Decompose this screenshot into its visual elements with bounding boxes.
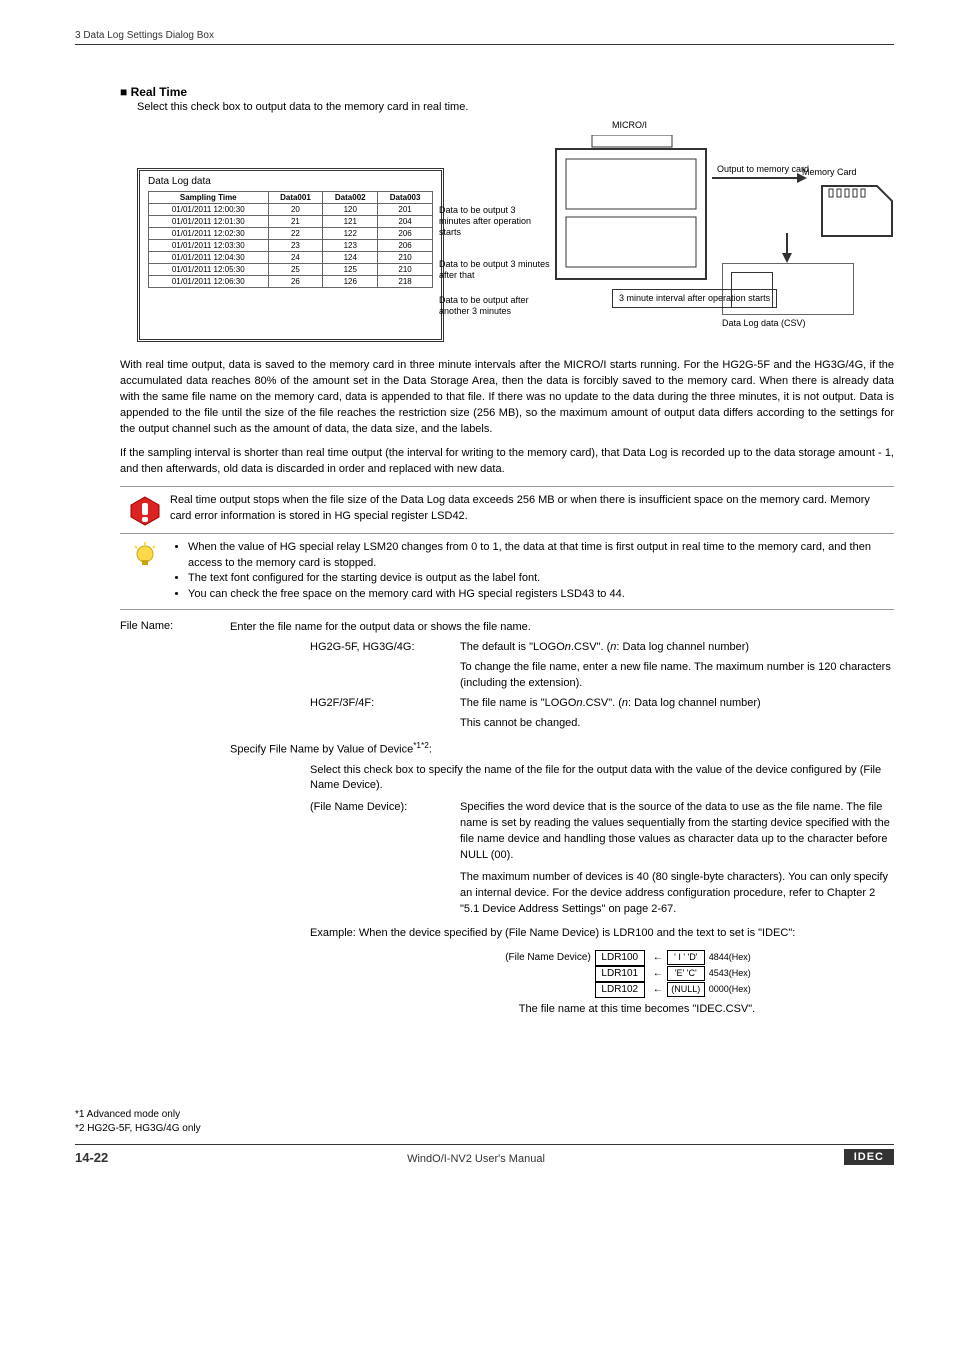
warning-icon [129, 495, 161, 527]
section-heading: ■ Real Time [120, 85, 894, 99]
csv-label: Data Log data (CSV) [722, 318, 806, 328]
tip-callout: When the value of HG special relay LSM20… [120, 534, 894, 611]
example-prefix: (File Name Device) [505, 950, 591, 966]
example-result: The file name at this time becomes "IDEC… [380, 1002, 894, 1018]
lightbulb-icon [131, 542, 159, 570]
diagram-note-2: Data to be output 3 minutes after that [439, 259, 554, 281]
down-arrow-icon [777, 233, 797, 263]
table-row: 01/01/2011 12:05:3025125210 [149, 264, 433, 276]
table-row: 01/01/2011 12:04:3024124210 [149, 252, 433, 264]
page-number: 14-22 [75, 1150, 108, 1165]
model-1-line2: To change the file name, enter a new fil… [460, 660, 894, 692]
table-row: 01/01/2011 12:02:3022122206 [149, 228, 433, 240]
table-row: 01/01/2011 12:01:3021121204 [149, 216, 433, 228]
register-row: LDR100←' I ' 'D'4844(Hex) [595, 950, 769, 966]
memory-card-icon [817, 181, 897, 241]
model-2-label: HG2F/3F/4F: [310, 696, 460, 712]
datalog-table: Sampling Time Data001 Data002 Data003 01… [148, 191, 433, 288]
example-intro: Example: When the device specified by (F… [310, 926, 894, 942]
breadcrumb: 3 Data Log Settings Dialog Box [75, 30, 894, 45]
paragraph-2: If the sampling interval is shorter than… [120, 446, 894, 478]
memory-card-label: Memory Card [802, 167, 857, 177]
diagram-note-1: Data to be output 3 minutes after operat… [439, 205, 549, 237]
manual-title: WindO/I-NV2 User's Manual [407, 1153, 545, 1165]
table-row: 01/01/2011 12:06:3026126218 [149, 276, 433, 288]
warning-callout: Real time output stops when the file siz… [120, 486, 894, 534]
file-name-label: File Name: [120, 620, 230, 1018]
datalog-box: Data Log data Sampling Time Data001 Data… [137, 168, 444, 342]
model-1-line1: The default is "LOGOn.CSV". (n: Data log… [460, 640, 894, 656]
output-to-label: Output to memory card [717, 165, 809, 175]
tip-item: When the value of HG special relay LSM20… [188, 540, 894, 572]
tip-item: The text font configured for the startin… [188, 571, 894, 587]
model-2-line1: The file name is "LOGOn.CSV". (n: Data l… [460, 696, 894, 712]
register-table: LDR100←' I ' 'D'4844(Hex)LDR101←'E' 'C'4… [595, 950, 769, 998]
file-name-device-label: (File Name Device): [310, 800, 460, 918]
realtime-diagram: MICRO/I Output to memory card Memory Car… [137, 123, 894, 343]
diagram-note-3: Data to be output after another 3 minute… [439, 295, 549, 317]
specify-by-device-heading: Specify File Name by Value of Device*1*2… [230, 740, 894, 759]
file-name-device-p1: Specifies the word device that is the so… [460, 800, 894, 864]
table-row: 01/01/2011 12:00:3020120201 [149, 204, 433, 216]
footnote-2: *2 HG2G-5F, HG3G/4G only [75, 1122, 894, 1136]
tip-list: When the value of HG special relay LSM20… [170, 540, 894, 604]
model-2-line2: This cannot be changed. [460, 716, 894, 732]
microi-device-icon [552, 135, 712, 285]
file-name-intro: Enter the file name for the output data … [230, 620, 894, 636]
warning-text: Real time output stops when the file siz… [170, 493, 894, 525]
file-name-device-p2: The maximum number of devices is 40 (80 … [460, 870, 894, 918]
paragraph-1: With real time output, data is saved to … [120, 358, 894, 438]
model-1-label: HG2G-5F, HG3G/4G: [310, 640, 460, 656]
table-row: 01/01/2011 12:03:3023123206 [149, 240, 433, 252]
brand-logo: IDEC [844, 1149, 894, 1165]
specify-by-device-desc: Select this check box to specify the nam… [310, 763, 894, 795]
register-row: LDR101←'E' 'C'4543(Hex) [595, 966, 769, 982]
footnote-1: *1 Advanced mode only [75, 1108, 894, 1122]
tip-item: You can check the free space on the memo… [188, 587, 894, 603]
interval-box: 3 minute interval after operation starts [612, 289, 777, 308]
section-subtitle: Select this check box to output data to … [137, 101, 894, 113]
register-row: LDR102←(NULL)0000(Hex) [595, 982, 769, 998]
datalog-title: Data Log data [148, 176, 433, 187]
microi-label: MICRO/I [612, 120, 647, 130]
